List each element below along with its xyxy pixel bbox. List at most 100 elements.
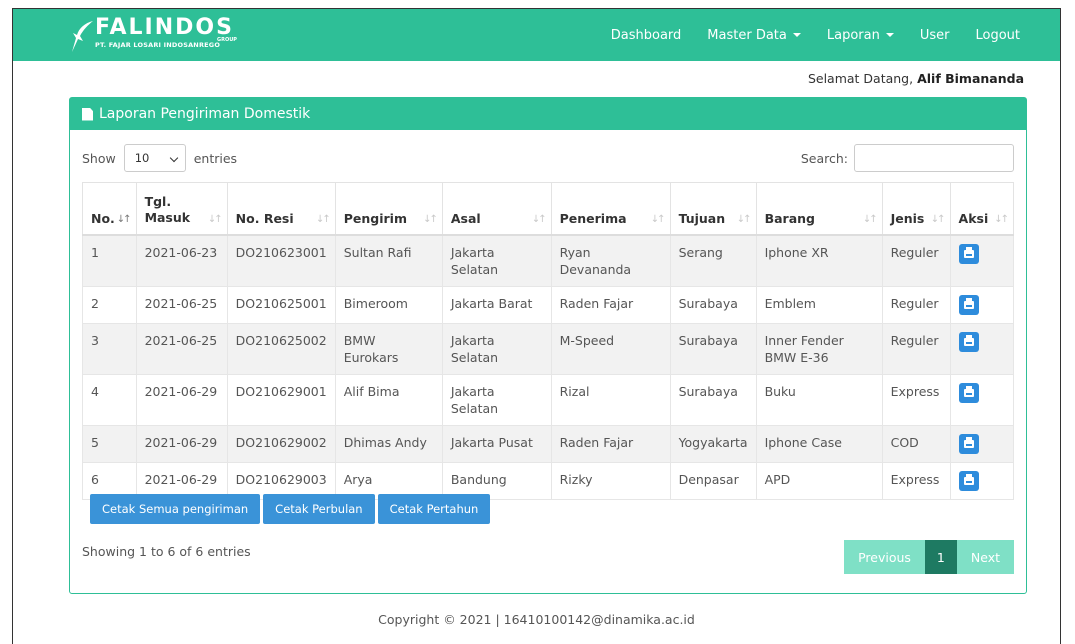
col-barang-label: Barang — [764, 210, 815, 226]
report-card: Laporan Pengiriman Domestik Show 10 entr… — [69, 97, 1027, 594]
search-input[interactable] — [854, 144, 1014, 172]
print-button[interactable] — [958, 243, 979, 264]
cell-barang: Iphone XR — [755, 234, 883, 287]
welcome-user: Alif Bimananda — [917, 71, 1024, 86]
nav-dashboard-label: Dashboard — [610, 27, 682, 43]
col-no-label: No. — [91, 210, 115, 226]
print-button[interactable] — [958, 294, 979, 315]
cell-asal: Jakarta Selatan — [441, 373, 552, 426]
sort-icon: ↓↑ — [116, 213, 132, 225]
cell-no-resi: DO210625002 — [226, 322, 336, 375]
nav-logout-label: Logout — [975, 27, 1020, 43]
welcome-message: Selamat Datang, Alif Bimananda — [808, 71, 1024, 86]
cell-no-resi: DO210629002 — [226, 424, 336, 463]
cell-pengirim: BMW Eurokars — [334, 322, 443, 375]
print-icon — [963, 385, 974, 397]
cell-jenis: Reguler — [881, 234, 951, 287]
app-frame: FALINDOS GROUP PT. FAJAR LOSARI INDOSANR… — [12, 8, 1061, 644]
sort-icon: ↓↑ — [207, 213, 223, 225]
col-penerima[interactable]: Penerima ↓↑ — [550, 182, 671, 236]
length-entries-label: entries — [193, 150, 238, 166]
cell-tgl-masuk: 2021-06-29 — [135, 424, 228, 463]
page-1-button[interactable]: 1 — [924, 540, 957, 574]
print-icon — [963, 436, 974, 448]
col-jenis[interactable]: Jenis ↓↑ — [881, 182, 951, 236]
nav-menu: Dashboard Master Data Laporan User Logou… — [611, 9, 1020, 61]
nav-master-data[interactable]: Master Data — [707, 28, 801, 43]
card-title: Laporan Pengiriman Domestik — [99, 106, 311, 122]
table-row: 4 2021-06-29 DO210629001 Alif Bima Jakar… — [82, 373, 1015, 426]
col-barang[interactable]: Barang ↓↑ — [755, 182, 883, 236]
pagination: Previous 1 Next — [844, 540, 1014, 574]
print-yearly-button[interactable]: Cetak Pertahun — [377, 494, 491, 524]
print-icon — [963, 473, 974, 485]
cell-tujuan: Surabaya — [669, 373, 757, 426]
sort-icon: ↓↑ — [531, 213, 547, 225]
sort-icon: ↓↑ — [736, 213, 752, 225]
nav-user-label: User — [919, 27, 950, 43]
cell-jenis: Express — [881, 373, 951, 426]
table-row: 5 2021-06-29 DO210629002 Dhimas Andy Jak… — [82, 424, 1015, 463]
cell-no: 4 — [82, 373, 137, 426]
print-button[interactable] — [958, 470, 979, 491]
caret-down-icon — [885, 33, 894, 37]
sort-icon: ↓↑ — [315, 213, 331, 225]
cell-aksi — [949, 234, 1015, 287]
cell-jenis: Reguler — [881, 322, 951, 375]
print-button[interactable] — [958, 382, 979, 403]
search-control: Search: — [801, 144, 1014, 172]
table-row: 2 2021-06-25 DO210625001 Bimeroom Jakart… — [82, 285, 1015, 324]
brand-logo[interactable]: FALINDOS GROUP PT. FAJAR LOSARI INDOSANR… — [69, 15, 249, 55]
cell-aksi — [949, 373, 1015, 426]
cell-barang: Emblem — [755, 285, 883, 324]
print-monthly-button[interactable]: Cetak Perbulan — [263, 494, 375, 524]
cell-pengirim: Dhimas Andy — [334, 424, 443, 463]
navbar: FALINDOS GROUP PT. FAJAR LOSARI INDOSANR… — [13, 9, 1060, 61]
entries-select[interactable]: 10 — [123, 144, 186, 172]
next-page-button[interactable]: Next — [956, 540, 1014, 574]
table-header-row: No. ↓↑ Tgl. Masuk ↓↑ No. Resi ↓↑ Pengirim ↓↑… — [82, 182, 1015, 236]
col-asal[interactable]: Asal ↓↑ — [441, 182, 552, 236]
col-aksi[interactable]: Aksi ↓↑ — [949, 182, 1015, 236]
cell-no-resi: DO210629001 — [226, 373, 336, 426]
cell-jenis: Reguler — [881, 285, 951, 324]
col-no-resi[interactable]: No. Resi ↓↑ — [226, 182, 336, 236]
col-no-resi-label: No. Resi — [235, 210, 294, 226]
chevron-down-icon — [169, 153, 178, 163]
cell-tgl-masuk: 2021-06-25 — [135, 322, 228, 375]
col-tujuan[interactable]: Tujuan ↓↑ — [669, 182, 757, 236]
print-icon — [963, 334, 974, 346]
print-all-button[interactable]: Cetak Semua pengiriman — [90, 494, 261, 524]
nav-laporan-label: Laporan — [826, 27, 880, 43]
table-row: 3 2021-06-25 DO210625002 BMW Eurokars Ja… — [82, 322, 1015, 375]
cell-jenis: Express — [881, 461, 951, 500]
col-penerima-label: Penerima — [559, 210, 627, 226]
caret-down-icon — [792, 33, 801, 37]
cell-tujuan: Denpasar — [669, 461, 757, 500]
nav-laporan[interactable]: Laporan — [827, 28, 894, 43]
nav-logout[interactable]: Logout — [975, 28, 1020, 43]
cell-aksi — [949, 461, 1015, 500]
cell-asal: Jakarta Selatan — [441, 322, 552, 375]
sort-icon: ↓↑ — [650, 213, 666, 225]
nav-dashboard[interactable]: Dashboard — [611, 28, 682, 43]
sort-icon: ↓↑ — [994, 213, 1009, 225]
falcon-logo-icon — [72, 21, 93, 52]
cell-barang: APD — [755, 461, 883, 500]
length-control: Show 10 entries — [82, 144, 237, 172]
table-row: 1 2021-06-23 DO210623001 Sultan Rafi Jak… — [82, 234, 1015, 287]
nav-master-data-label: Master Data — [707, 27, 787, 43]
cell-aksi — [949, 285, 1015, 324]
cell-asal: Jakarta Pusat — [441, 424, 552, 463]
cell-penerima: Rizky — [550, 461, 671, 500]
col-tgl-masuk[interactable]: Tgl. Masuk ↓↑ — [135, 182, 228, 236]
previous-page-button[interactable]: Previous — [844, 540, 925, 574]
col-pengirim[interactable]: Pengirim ↓↑ — [334, 182, 443, 236]
col-jenis-label: Jenis — [890, 210, 925, 226]
print-button[interactable] — [958, 433, 979, 454]
nav-user[interactable]: User — [920, 28, 950, 43]
cell-no: 2 — [82, 285, 137, 324]
cell-no: 1 — [82, 234, 137, 287]
col-no[interactable]: No. ↓↑ — [82, 182, 137, 236]
print-button[interactable] — [958, 331, 979, 352]
